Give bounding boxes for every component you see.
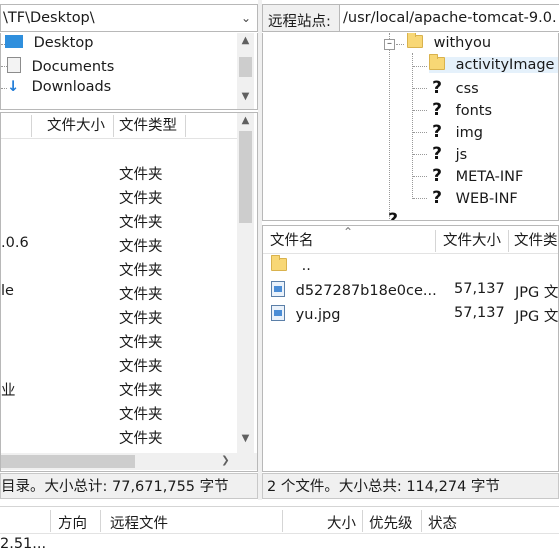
- folder-open-icon: [407, 33, 423, 48]
- scroll-thumb[interactable]: [239, 57, 252, 77]
- pane-splitter[interactable]: [258, 0, 262, 500]
- list-item[interactable]: 文件夹: [1, 403, 235, 425]
- list-item[interactable]: le 文件夹: [1, 283, 235, 305]
- tree-item-web-inf[interactable]: ? WEB-INF: [429, 189, 518, 207]
- column-name-header[interactable]: 文件名: [270, 228, 314, 254]
- tree-item-withyou[interactable]: withyou: [407, 33, 491, 51]
- question-folder-icon: ?: [429, 145, 445, 163]
- file-type: 文件夹: [119, 359, 163, 375]
- list-item[interactable]: 文件夹: [1, 307, 235, 329]
- file-type: 文件夹: [119, 311, 163, 327]
- file-type: 文件夹: [119, 335, 163, 351]
- sort-chevron-up-icon: ⌃: [343, 225, 354, 239]
- folder-icon: [271, 255, 287, 271]
- image-file-icon: [271, 281, 285, 297]
- list-item[interactable]: 文件夹: [1, 259, 235, 281]
- chevron-down-icon[interactable]: ⌄: [241, 11, 251, 25]
- left-list-hscrollbar[interactable]: ❯: [1, 453, 257, 470]
- file-type: 文件夹: [119, 215, 163, 231]
- tree-item-css[interactable]: ? css: [429, 79, 479, 97]
- question-folder-icon: ?: [429, 123, 445, 141]
- scroll-thumb[interactable]: [1, 455, 135, 468]
- column-size-header[interactable]: 文件大小: [47, 113, 105, 139]
- question-folder-icon: ?: [429, 79, 445, 97]
- queue-col-direction[interactable]: 方向: [58, 512, 87, 533]
- column-type-header[interactable]: 文件类: [514, 228, 558, 254]
- list-item[interactable]: ..: [271, 255, 311, 274]
- question-folder-icon: ?: [385, 211, 401, 220]
- scroll-down-icon[interactable]: ▼: [237, 91, 254, 102]
- left-status-bar: 目录。大小总计: 77,671,755 字节: [0, 473, 258, 499]
- left-list-header: 文件大小 文件类型: [1, 113, 241, 139]
- right-tree: – withyou activityImage ? css ? fonts ? …: [262, 33, 559, 221]
- list-item[interactable]: 文件夹: [1, 427, 235, 449]
- right-list-header: 文件名 ⌃ 文件大小 文件类: [263, 225, 558, 254]
- list-item[interactable]: 文件夹: [1, 355, 235, 377]
- scroll-thumb[interactable]: [239, 131, 252, 223]
- tree-item-partial: ?: [385, 211, 401, 220]
- tree-item-downloads[interactable]: ↓ Downloads: [7, 79, 111, 95]
- queue-col-size[interactable]: 大小: [327, 512, 356, 533]
- right-status-bar: 2 个文件。大小总共: 114,274 字节: [262, 473, 559, 499]
- column-type-header[interactable]: 文件类型: [119, 113, 177, 139]
- tree-item-documents[interactable]: Documents: [7, 57, 114, 75]
- file-type: 文件夹: [119, 287, 163, 303]
- queue-col-state[interactable]: 状态: [428, 512, 457, 533]
- folder-icon: [429, 54, 445, 70]
- queue-col-remote[interactable]: 远程文件: [110, 512, 168, 533]
- tree-item-meta-inf[interactable]: ? META-INF: [429, 167, 523, 185]
- file-type: 文件夹: [119, 239, 163, 255]
- left-path-input[interactable]: \TF\Desktop\: [3, 10, 95, 26]
- queue-header: 方向 远程文件 大小 优先级 状态: [0, 506, 559, 534]
- left-tree: Desktop Documents ↓ Downloads ▲ ▼: [0, 33, 258, 110]
- left-list-scrollbar[interactable]: ▲ ▼: [237, 113, 254, 453]
- list-item[interactable]: yu.jpg 57,137 JPG 文: [271, 305, 558, 325]
- question-folder-icon: ?: [429, 167, 445, 185]
- remote-path-input[interactable]: /usr/local/apache-tomcat-9.0.: [339, 5, 559, 31]
- tree-item-activityimage[interactable]: activityImage: [429, 54, 558, 73]
- image-file-icon: [271, 305, 285, 321]
- tree-item-img[interactable]: ? img: [429, 123, 483, 141]
- documents-icon: [7, 57, 21, 73]
- file-name: .0.6: [1, 235, 29, 251]
- left-path-bar[interactable]: \TF\Desktop\ ⌄: [0, 4, 258, 32]
- list-item[interactable]: 文件夹: [1, 211, 235, 233]
- list-item[interactable]: 文件夹: [1, 163, 235, 185]
- queue-col-priority[interactable]: 优先级: [369, 512, 413, 533]
- tree-item-desktop[interactable]: Desktop: [5, 35, 93, 51]
- scroll-up-icon[interactable]: ▲: [237, 115, 254, 126]
- file-type: 文件夹: [119, 263, 163, 279]
- downloads-icon: ↓: [7, 79, 20, 95]
- remote-site-label: 远程站点:: [268, 14, 331, 30]
- scroll-right-icon[interactable]: ❯: [217, 455, 234, 466]
- collapse-toggle[interactable]: –: [384, 39, 395, 50]
- column-size-header[interactable]: 文件大小: [443, 228, 501, 254]
- question-folder-icon: ?: [429, 189, 445, 207]
- list-item[interactable]: 文件夹: [1, 331, 235, 353]
- left-file-list: 文件大小 文件类型 文件夹 文件夹 文件夹 .0.6 文件夹 文件夹 le 文件夹 文件夹 文件夹…: [0, 112, 258, 472]
- list-item[interactable]: d527287b18e0ce... 57,137 JPG 文: [271, 281, 558, 301]
- list-item[interactable]: 文件夹: [1, 187, 235, 209]
- file-name: 业: [1, 383, 16, 399]
- tree-item-js[interactable]: ? js: [429, 145, 467, 163]
- list-item[interactable]: 业 文件夹: [1, 379, 235, 401]
- scroll-up-icon[interactable]: ▲: [237, 35, 254, 46]
- file-type: 文件夹: [119, 431, 163, 447]
- file-type: 文件夹: [119, 191, 163, 207]
- right-file-list: 文件名 ⌃ 文件大小 文件类 .. d527287b18e0ce... 57,1…: [262, 225, 559, 472]
- desktop-icon: [5, 35, 23, 48]
- file-name: le: [1, 283, 14, 299]
- file-type: 文件夹: [119, 407, 163, 423]
- queue-item[interactable]: 2.51...: [0, 536, 46, 552]
- list-item[interactable]: .0.6 文件夹: [1, 235, 235, 257]
- scroll-down-icon[interactable]: ▼: [237, 433, 254, 444]
- file-type: 文件夹: [119, 167, 163, 183]
- question-folder-icon: ?: [429, 101, 445, 119]
- right-site-bar: 远程站点: /usr/local/apache-tomcat-9.0.: [262, 4, 559, 32]
- left-tree-scrollbar[interactable]: ▲ ▼: [237, 33, 254, 109]
- file-type: 文件夹: [119, 383, 163, 399]
- tree-item-fonts[interactable]: ? fonts: [429, 101, 492, 119]
